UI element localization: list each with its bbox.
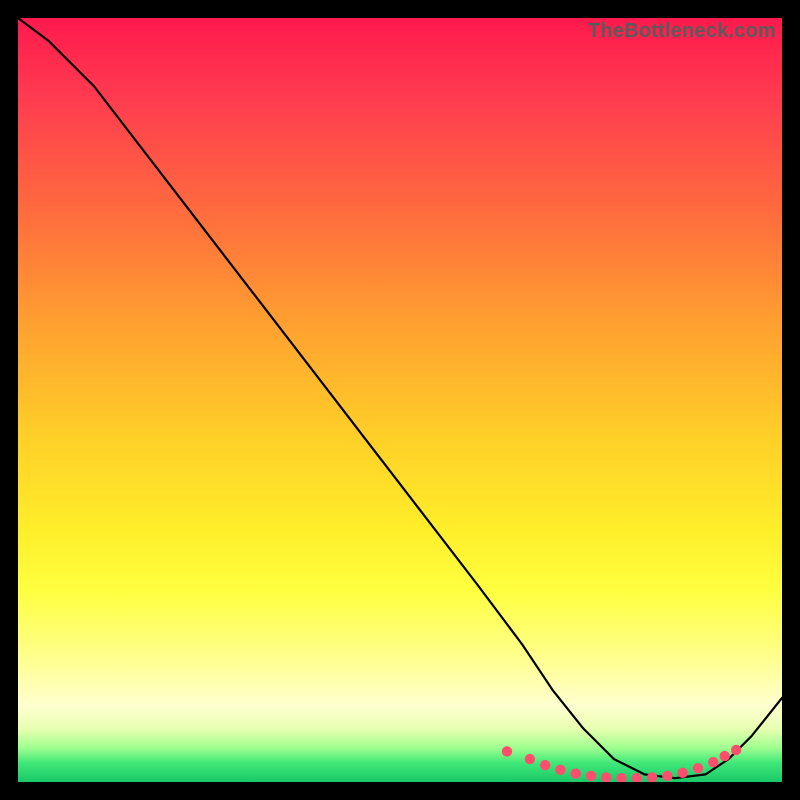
marker-dot xyxy=(647,772,657,782)
marker-dot xyxy=(571,768,581,778)
chart-frame: TheBottleneck.com xyxy=(0,0,800,800)
marker-dot xyxy=(720,751,730,761)
plot-area: TheBottleneck.com xyxy=(18,18,782,782)
marker-dot xyxy=(616,773,626,782)
marker-dot xyxy=(586,771,596,781)
bottleneck-curve xyxy=(18,18,782,778)
marker-dot xyxy=(731,745,741,755)
marker-dot xyxy=(693,763,703,773)
marker-dot xyxy=(525,754,535,764)
marker-dot xyxy=(677,768,687,778)
marker-dot xyxy=(632,773,642,782)
marker-dot xyxy=(502,746,512,756)
chart-svg xyxy=(18,18,782,782)
marker-dot xyxy=(555,765,565,775)
marker-dot xyxy=(601,772,611,782)
marker-dot xyxy=(662,771,672,781)
marker-dot xyxy=(540,760,550,770)
marker-dot xyxy=(708,757,718,767)
